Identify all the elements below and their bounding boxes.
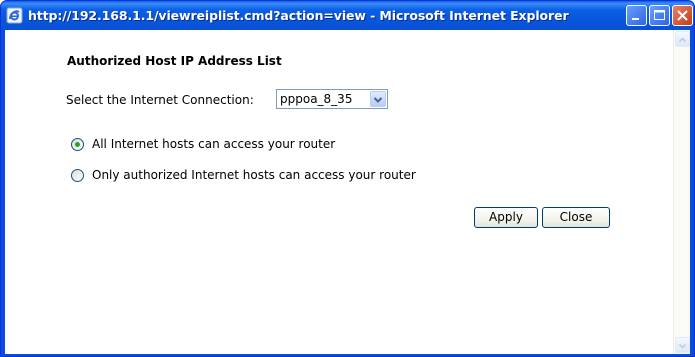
radio-selected-dot: [75, 142, 80, 147]
page-body: Authorized Host IP Address List Select t…: [5, 30, 673, 354]
close-button[interactable]: Close: [542, 207, 610, 228]
radio-all-hosts[interactable]: [71, 138, 84, 151]
title-bar[interactable]: http://192.168.1.1/viewreiplist.cmd?acti…: [1, 1, 694, 30]
page-heading: Authorized Host IP Address List: [67, 54, 282, 68]
apply-button[interactable]: Apply: [474, 207, 538, 228]
internet-explorer-icon: [6, 7, 23, 24]
radio-authorized-hosts-label[interactable]: Only authorized Internet hosts can acces…: [92, 168, 416, 182]
connection-select[interactable]: pppoa_8_35: [276, 89, 388, 109]
ie-window: http://192.168.1.1/viewreiplist.cmd?acti…: [0, 0, 695, 357]
close-window-button[interactable]: [672, 5, 693, 26]
radio-authorized-hosts[interactable]: [71, 169, 84, 182]
scroll-up-button[interactable]: [675, 31, 690, 47]
maximize-button[interactable]: [649, 5, 670, 26]
connection-select-value: pppoa_8_35: [280, 92, 353, 106]
connection-label: Select the Internet Connection:: [66, 93, 254, 107]
vertical-scrollbar[interactable]: [673, 30, 690, 354]
window-title: http://192.168.1.1/viewreiplist.cmd?acti…: [28, 8, 569, 23]
chevron-down-icon[interactable]: [370, 91, 386, 107]
radio-all-hosts-label[interactable]: All Internet hosts can access your route…: [92, 137, 335, 151]
page-content-area: Authorized Host IP Address List Select t…: [5, 30, 690, 354]
minimize-button[interactable]: [626, 5, 647, 26]
scroll-down-button[interactable]: [675, 337, 690, 353]
